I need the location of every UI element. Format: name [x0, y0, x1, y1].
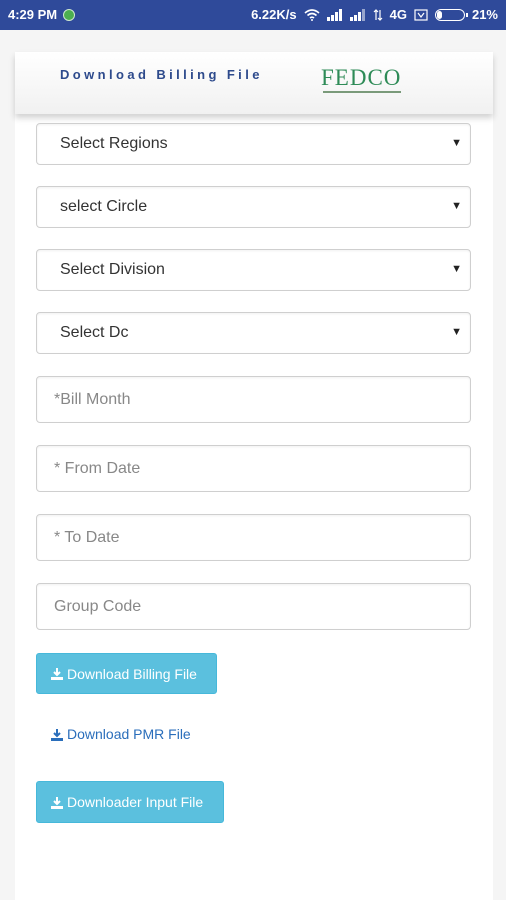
download-icon	[51, 728, 63, 741]
status-bar: 4:29 PM 6.22K/s 4G 21%	[0, 0, 506, 30]
group-code-placeholder: Group Code	[54, 598, 142, 615]
download-icon	[51, 668, 63, 680]
wifi-icon	[304, 8, 320, 21]
to-date-input[interactable]: * To Date	[36, 514, 471, 561]
logo-text: FEDCO	[321, 65, 402, 90]
battery-icon	[434, 8, 468, 21]
from-date-input[interactable]: * From Date	[36, 445, 471, 492]
division-select-value: Select Division	[60, 261, 165, 278]
logo-tagline-line	[323, 91, 401, 93]
signal-icon	[326, 8, 343, 21]
bill-month-input[interactable]: *Bill Month	[36, 376, 471, 423]
download-billing-file-button[interactable]: Download Billing File	[36, 653, 217, 694]
group-code-input[interactable]: Group Code	[36, 583, 471, 630]
dropdown-arrow-icon: ▼	[451, 137, 462, 149]
regions-select[interactable]: Select Regions ▼	[36, 123, 471, 165]
dropdown-arrow-icon: ▼	[451, 263, 462, 275]
signal-icon-2	[349, 8, 366, 21]
dc-select-value: Select Dc	[60, 324, 129, 341]
app-header: Download Billing File FEDCO	[15, 52, 493, 114]
downloader-input-file-button[interactable]: Downloader Input File	[36, 781, 224, 823]
division-select[interactable]: Select Division ▼	[36, 249, 471, 291]
download-billing-file-label: Download Billing File	[67, 665, 197, 682]
download-pmr-file-label: Download PMR File	[67, 726, 191, 742]
circle-select-value: select Circle	[60, 198, 148, 215]
regions-select-value: Select Regions	[60, 135, 168, 152]
download-icon	[51, 796, 63, 809]
fedco-logo: FEDCO	[321, 66, 401, 93]
whatsapp-notification-icon	[63, 8, 76, 21]
dropdown-arrow-icon: ▼	[451, 326, 462, 338]
bill-month-placeholder: *Bill Month	[54, 391, 131, 408]
to-date-placeholder: * To Date	[54, 529, 120, 546]
from-date-placeholder: * From Date	[54, 460, 141, 477]
download-pmr-file-link[interactable]: Download PMR File	[51, 726, 191, 742]
page-title: Download Billing File	[60, 67, 263, 82]
dropdown-arrow-icon: ▼	[451, 200, 462, 212]
network-speed: 6.22K/s	[251, 7, 297, 22]
dc-select[interactable]: Select Dc ▼	[36, 312, 471, 354]
volte-icon	[414, 8, 428, 21]
network-type: 4G	[389, 7, 407, 22]
downloader-input-file-label: Downloader Input File	[67, 794, 204, 810]
battery-percent: 21%	[471, 7, 498, 22]
circle-select[interactable]: select Circle ▼	[36, 186, 471, 228]
status-time: 4:29 PM	[8, 7, 58, 22]
data-transfer-icon	[373, 8, 383, 21]
